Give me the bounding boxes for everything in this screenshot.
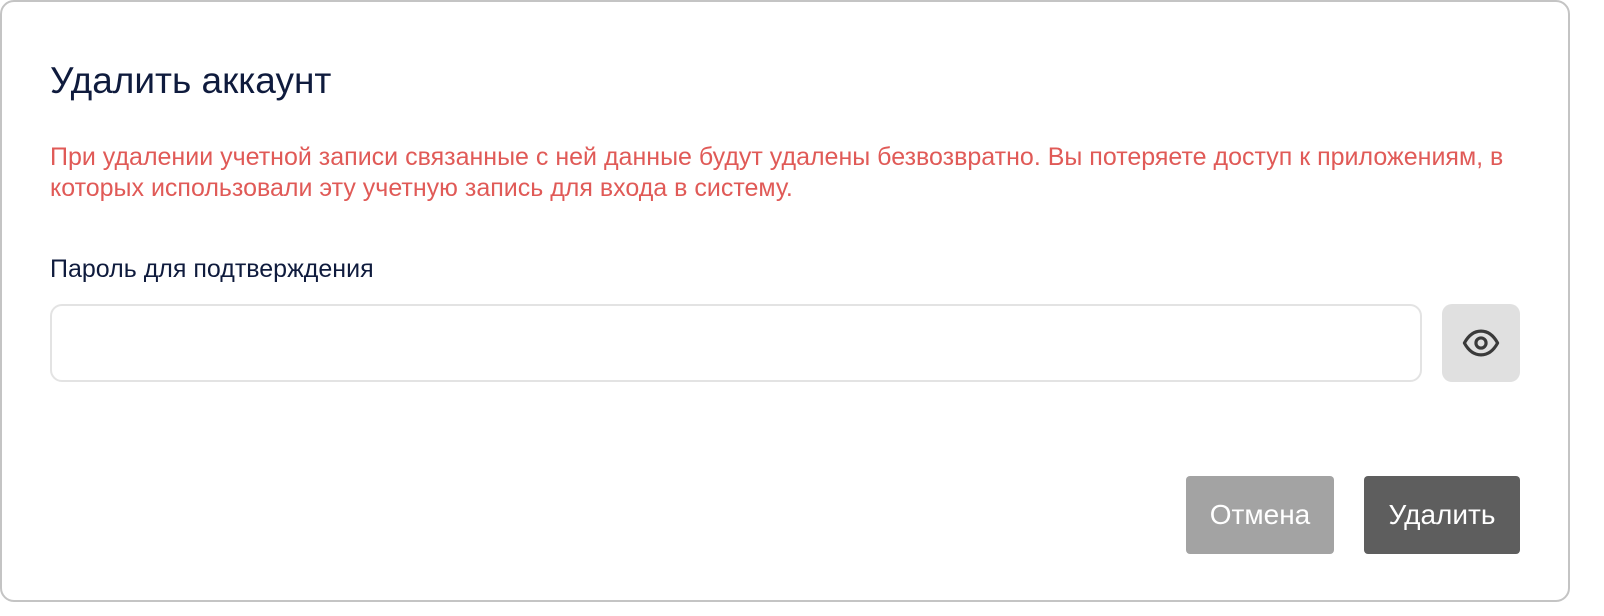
delete-button[interactable]: Удалить [1364,476,1520,554]
password-label: Пароль для подтверждения [50,255,374,283]
warning-message: При удалении учетной записи связанные с … [50,143,1504,202]
password-input[interactable] [50,304,1422,382]
toggle-password-visibility-button[interactable] [1442,304,1520,382]
eye-icon [1462,329,1500,357]
delete-account-dialog: Удалить аккаунт При удалении учетной зап… [0,0,1570,602]
cancel-button[interactable]: Отмена [1186,476,1334,554]
dialog-title: Удалить аккаунт [50,60,332,101]
